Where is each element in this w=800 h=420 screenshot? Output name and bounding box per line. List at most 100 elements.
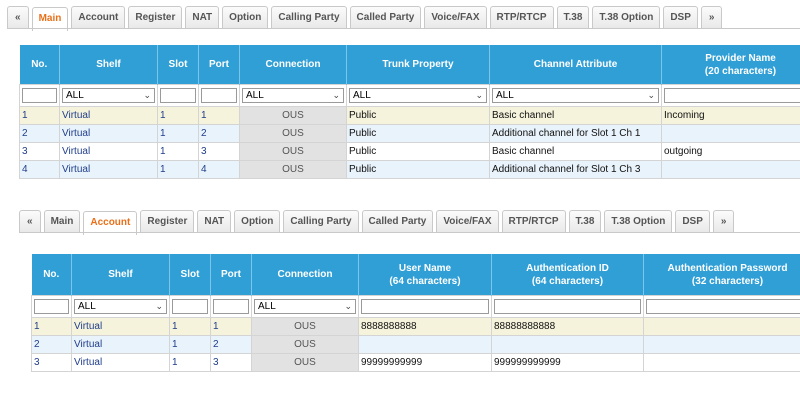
cell-authentication-password[interactable] bbox=[643, 335, 800, 354]
filter-port-input[interactable] bbox=[213, 299, 249, 314]
cell-authentication-password[interactable] bbox=[643, 317, 800, 336]
cell-connection[interactable]: OUS bbox=[251, 353, 359, 372]
cell-connection[interactable]: OUS bbox=[239, 124, 347, 143]
filter-authentication-password-input[interactable] bbox=[646, 299, 800, 314]
tab-called-party[interactable]: Called Party bbox=[361, 210, 434, 232]
filter-trunk-property-select[interactable]: ALL ⌄ bbox=[349, 88, 487, 103]
cell-connection[interactable]: OUS bbox=[251, 317, 359, 336]
col-connection[interactable]: Connection bbox=[251, 254, 359, 296]
tab-scroll-right[interactable]: » bbox=[712, 210, 735, 232]
table-row[interactable]: 1 Virtual 1 1 OUS Public Basic channel I… bbox=[19, 106, 800, 125]
table-row[interactable]: 1 Virtual 1 1 OUS 8888888888 88888888888 bbox=[31, 317, 800, 336]
cell-shelf: Virtual bbox=[71, 335, 170, 354]
filter-no-input[interactable] bbox=[34, 299, 69, 314]
cell-provider-name[interactable] bbox=[661, 124, 800, 143]
filter-connection-select[interactable]: ALL ⌄ bbox=[254, 299, 356, 314]
tab-nat[interactable]: NAT bbox=[185, 6, 220, 28]
tab-account[interactable]: Account bbox=[71, 6, 126, 28]
filter-connection-select[interactable]: ALL ⌄ bbox=[242, 88, 344, 103]
tab-t38-option[interactable]: T.38 Option bbox=[604, 210, 673, 232]
cell-channel-attribute[interactable]: Basic channel bbox=[489, 142, 662, 161]
col-channel-attribute[interactable]: Channel Attribute bbox=[489, 45, 662, 85]
col-port[interactable]: Port bbox=[198, 45, 240, 85]
cell-provider-name[interactable] bbox=[661, 160, 800, 179]
cell-port: 3 bbox=[210, 353, 252, 372]
filter-no-input[interactable] bbox=[22, 88, 57, 103]
cell-slot: 1 bbox=[157, 160, 199, 179]
tab-nat[interactable]: NAT bbox=[197, 210, 232, 232]
cell-connection[interactable]: OUS bbox=[239, 160, 347, 179]
table-row[interactable]: 3 Virtual 1 3 OUS Public Basic channel o… bbox=[19, 142, 800, 161]
tab-dsp[interactable]: DSP bbox=[663, 6, 698, 28]
cell-port: 1 bbox=[198, 106, 240, 125]
cell-authentication-id[interactable] bbox=[491, 335, 644, 354]
col-no[interactable]: No. bbox=[31, 254, 72, 296]
tab-rtp-rtcp[interactable]: RTP/RTCP bbox=[489, 6, 554, 28]
tab-option[interactable]: Option bbox=[234, 210, 281, 232]
cell-user-name[interactable]: 99999999999 bbox=[358, 353, 492, 372]
cell-connection[interactable]: OUS bbox=[239, 106, 347, 125]
tab-scroll-left[interactable]: « bbox=[19, 210, 41, 232]
tab-register[interactable]: Register bbox=[128, 6, 183, 28]
cell-user-name[interactable] bbox=[358, 335, 492, 354]
table-row[interactable]: 2 Virtual 1 2 OUS Public Additional chan… bbox=[19, 124, 800, 143]
cell-provider-name[interactable]: outgoing bbox=[661, 142, 800, 161]
tab-t38-option[interactable]: T.38 Option bbox=[592, 6, 661, 28]
tab-calling-party[interactable]: Calling Party bbox=[271, 6, 347, 28]
cell-authentication-id[interactable]: 88888888888 bbox=[491, 317, 644, 336]
tab-main[interactable]: Main bbox=[43, 210, 81, 232]
cell-trunk-property[interactable]: Public bbox=[346, 160, 490, 179]
tab-scroll-left[interactable]: « bbox=[7, 6, 29, 28]
filter-user-name-input[interactable] bbox=[361, 299, 489, 314]
table-row[interactable]: 3 Virtual 1 3 OUS 99999999999 9999999999… bbox=[31, 353, 800, 372]
tab-voice-fax[interactable]: Voice/FAX bbox=[424, 6, 487, 28]
filter-slot-input[interactable] bbox=[160, 88, 196, 103]
filter-shelf-select[interactable]: ALL ⌄ bbox=[74, 299, 167, 314]
tab-t38[interactable]: T.38 bbox=[556, 6, 590, 28]
filter-provider-name-input[interactable] bbox=[664, 88, 800, 103]
tab-voice-fax[interactable]: Voice/FAX bbox=[436, 210, 499, 232]
col-user-name[interactable]: User Name (64 characters) bbox=[358, 254, 492, 296]
col-shelf[interactable]: Shelf bbox=[59, 45, 158, 85]
table-row[interactable]: 2 Virtual 1 2 OUS bbox=[31, 335, 800, 354]
tab-dsp[interactable]: DSP bbox=[675, 210, 710, 232]
col-authentication-id[interactable]: Authentication ID (64 characters) bbox=[491, 254, 644, 296]
col-shelf[interactable]: Shelf bbox=[71, 254, 170, 296]
col-connection[interactable]: Connection bbox=[239, 45, 347, 85]
tab-t38[interactable]: T.38 bbox=[568, 210, 602, 232]
col-port[interactable]: Port bbox=[210, 254, 252, 296]
col-trunk-property[interactable]: Trunk Property bbox=[346, 45, 490, 85]
tab-called-party[interactable]: Called Party bbox=[349, 6, 422, 28]
table-row[interactable]: 4 Virtual 1 4 OUS Public Additional chan… bbox=[19, 160, 800, 179]
cell-trunk-property[interactable]: Public bbox=[346, 142, 490, 161]
tab-option[interactable]: Option bbox=[222, 6, 269, 28]
filter-shelf-select[interactable]: ALL ⌄ bbox=[62, 88, 155, 103]
filter-cell: ALL ⌄ bbox=[346, 84, 490, 107]
cell-provider-name[interactable]: Incoming bbox=[661, 106, 800, 125]
cell-trunk-property[interactable]: Public bbox=[346, 106, 490, 125]
cell-trunk-property[interactable]: Public bbox=[346, 124, 490, 143]
filter-authentication-id-input[interactable] bbox=[494, 299, 641, 314]
cell-connection[interactable]: OUS bbox=[239, 142, 347, 161]
cell-channel-attribute[interactable]: Additional channel for Slot 1 Ch 1 bbox=[489, 124, 662, 143]
cell-channel-attribute[interactable]: Additional channel for Slot 1 Ch 3 bbox=[489, 160, 662, 179]
col-provider-name[interactable]: Provider Name (20 characters) bbox=[661, 45, 800, 85]
cell-user-name[interactable]: 8888888888 bbox=[358, 317, 492, 336]
col-no[interactable]: No. bbox=[19, 45, 60, 85]
chevron-down-icon: ⌄ bbox=[332, 90, 340, 100]
chevron-down-icon: ⌄ bbox=[155, 301, 163, 311]
cell-authentication-password[interactable] bbox=[643, 353, 800, 372]
col-authentication-password[interactable]: Authentication Password (32 characters) bbox=[643, 254, 800, 296]
tab-rtp-rtcp[interactable]: RTP/RTCP bbox=[501, 210, 566, 232]
col-slot[interactable]: Slot bbox=[157, 45, 199, 85]
tab-scroll-right[interactable]: » bbox=[700, 6, 723, 28]
filter-slot-input[interactable] bbox=[172, 299, 208, 314]
cell-channel-attribute[interactable]: Basic channel bbox=[489, 106, 662, 125]
cell-authentication-id[interactable]: 999999999999 bbox=[491, 353, 644, 372]
filter-channel-attribute-select[interactable]: ALL ⌄ bbox=[492, 88, 659, 103]
col-slot[interactable]: Slot bbox=[169, 254, 211, 296]
tab-calling-party[interactable]: Calling Party bbox=[283, 210, 359, 232]
filter-port-input[interactable] bbox=[201, 88, 237, 103]
tab-register[interactable]: Register bbox=[140, 210, 195, 232]
cell-connection[interactable]: OUS bbox=[251, 335, 359, 354]
